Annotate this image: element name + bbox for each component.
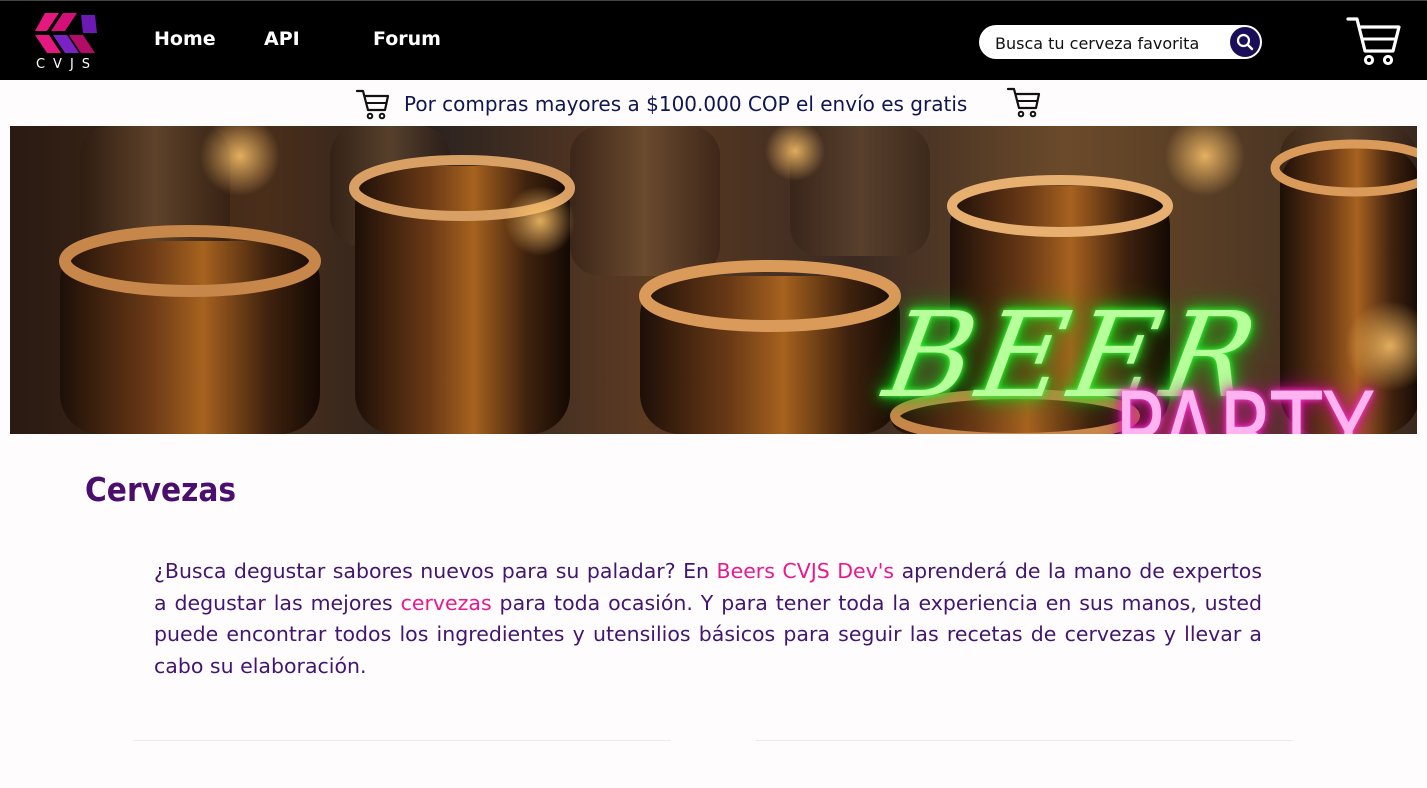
brand-logo[interactable]: CVJS bbox=[30, 9, 104, 75]
promo-text: Por compras mayores a $100.000 COP el en… bbox=[404, 92, 968, 116]
card-divider-right bbox=[756, 740, 1293, 741]
cvjs-logo-icon bbox=[35, 13, 97, 53]
card-divider-left bbox=[134, 740, 671, 741]
intro-paragraph: ¿Busca degustar sabores nuevos para su p… bbox=[154, 556, 1262, 682]
search-box bbox=[979, 25, 1262, 59]
brand-highlight: Beers CVJS Dev's bbox=[716, 559, 895, 583]
nav-forum-link[interactable]: Forum bbox=[373, 28, 441, 50]
nav-api-link[interactable]: API bbox=[264, 28, 300, 50]
navbar: CVJS Home API Forum bbox=[0, 0, 1427, 80]
shopping-cart-icon bbox=[1346, 17, 1401, 66]
search-input[interactable] bbox=[993, 32, 1217, 54]
nav-home-link[interactable]: Home bbox=[154, 28, 216, 50]
neon-party-text: PARTY bbox=[1114, 370, 1376, 434]
intro-text-start: ¿Busca degustar sabores nuevos para su p… bbox=[154, 559, 717, 583]
cart-button[interactable] bbox=[1346, 15, 1402, 67]
promo-bar: Por compras mayores a $100.000 COP el en… bbox=[0, 80, 1427, 126]
search-icon bbox=[1236, 33, 1254, 51]
brand-wordmark: CVJS bbox=[35, 57, 99, 72]
section-title: Cervezas bbox=[85, 470, 237, 509]
shopping-cart-icon bbox=[356, 89, 390, 120]
search-button[interactable] bbox=[1230, 27, 1260, 57]
shopping-cart-icon bbox=[1007, 87, 1041, 118]
hero-banner: BEER PARTY bbox=[10, 126, 1417, 434]
beers-highlight: cervezas bbox=[400, 590, 492, 615]
